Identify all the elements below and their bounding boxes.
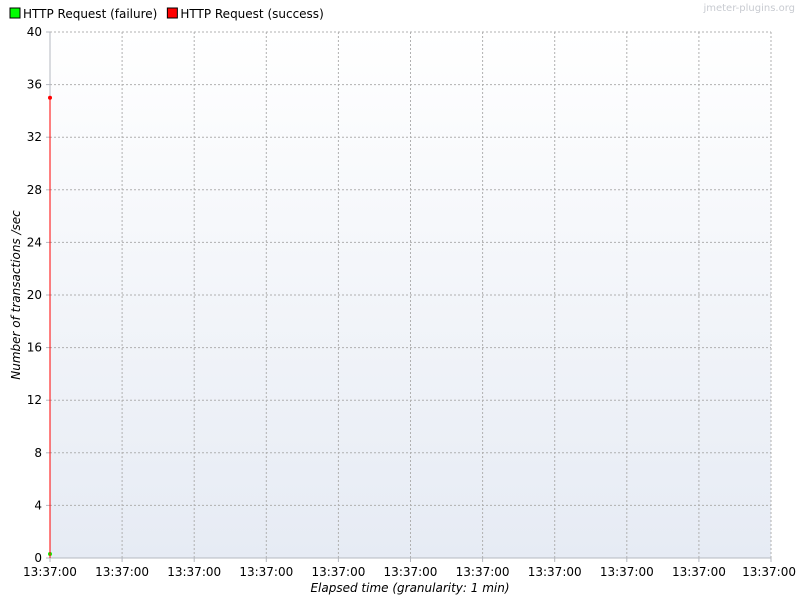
- y-tick-label: 8: [34, 446, 42, 460]
- legend-swatch: [9, 7, 21, 19]
- x-tick-label: 13:37:00: [528, 565, 582, 579]
- legend: HTTP Request (failure) HTTP Request (succ…: [9, 7, 324, 21]
- y-tick-label: 16: [27, 341, 42, 355]
- x-tick-label: 13:37:00: [167, 565, 221, 579]
- legend-label: HTTP Request (success): [180, 7, 323, 21]
- x-tick-label: 13:37:00: [239, 565, 293, 579]
- x-tick-label: 13:37:00: [311, 565, 365, 579]
- legend-label: HTTP Request (failure): [23, 7, 157, 21]
- y-tick-label: 4: [34, 498, 42, 512]
- watermark: jmeter-plugins.org: [702, 3, 795, 14]
- y-tick-label: 32: [27, 130, 42, 144]
- y-tick-label: 24: [27, 235, 42, 249]
- x-tick-label: 13:37:00: [95, 565, 149, 579]
- x-tick-label: 13:37:00: [456, 565, 510, 579]
- chart-svg: 0481216202428323640 13:37:00 13:37:00 13:3…: [9, 3, 796, 595]
- x-axis-title: Elapsed time (granularity: 1 min): [310, 581, 509, 595]
- y-tick-label: 12: [27, 393, 42, 407]
- x-tick-labels: 13:37:00 13:37:00 13:37:00 13:37:00 13:37:00…: [23, 558, 796, 579]
- y-tick-label: 40: [27, 25, 42, 39]
- x-tick-label: 13:37:00: [600, 565, 654, 579]
- x-tick-label: 13:37:00: [23, 565, 77, 579]
- y-tick-label: 28: [27, 183, 42, 197]
- x-tick-label: 13:37:00: [742, 565, 796, 579]
- y-tick-label: 0: [34, 551, 42, 565]
- legend-item: HTTP Request (failure): [9, 7, 157, 21]
- x-tick-label: 13:37:00: [672, 565, 726, 579]
- y-axis-title: Number of transactions /sec: [9, 210, 23, 380]
- chart-container: 0 4 8 12 16 20 24 28 32 36 40 13:37:00 13:37:00 13:3…: [0, 0, 800, 600]
- y-tick-labels: 0 4 8 12 16 20 24 28 32 36 40: [27, 25, 50, 565]
- data-point: [48, 95, 52, 100]
- x-tick-label: 13:37:00: [384, 565, 438, 579]
- legend-item: HTTP Request (success): [166, 7, 324, 21]
- y-tick-label: 20: [27, 288, 42, 302]
- legend-swatch: [166, 7, 178, 19]
- y-tick-label: 36: [27, 78, 42, 92]
